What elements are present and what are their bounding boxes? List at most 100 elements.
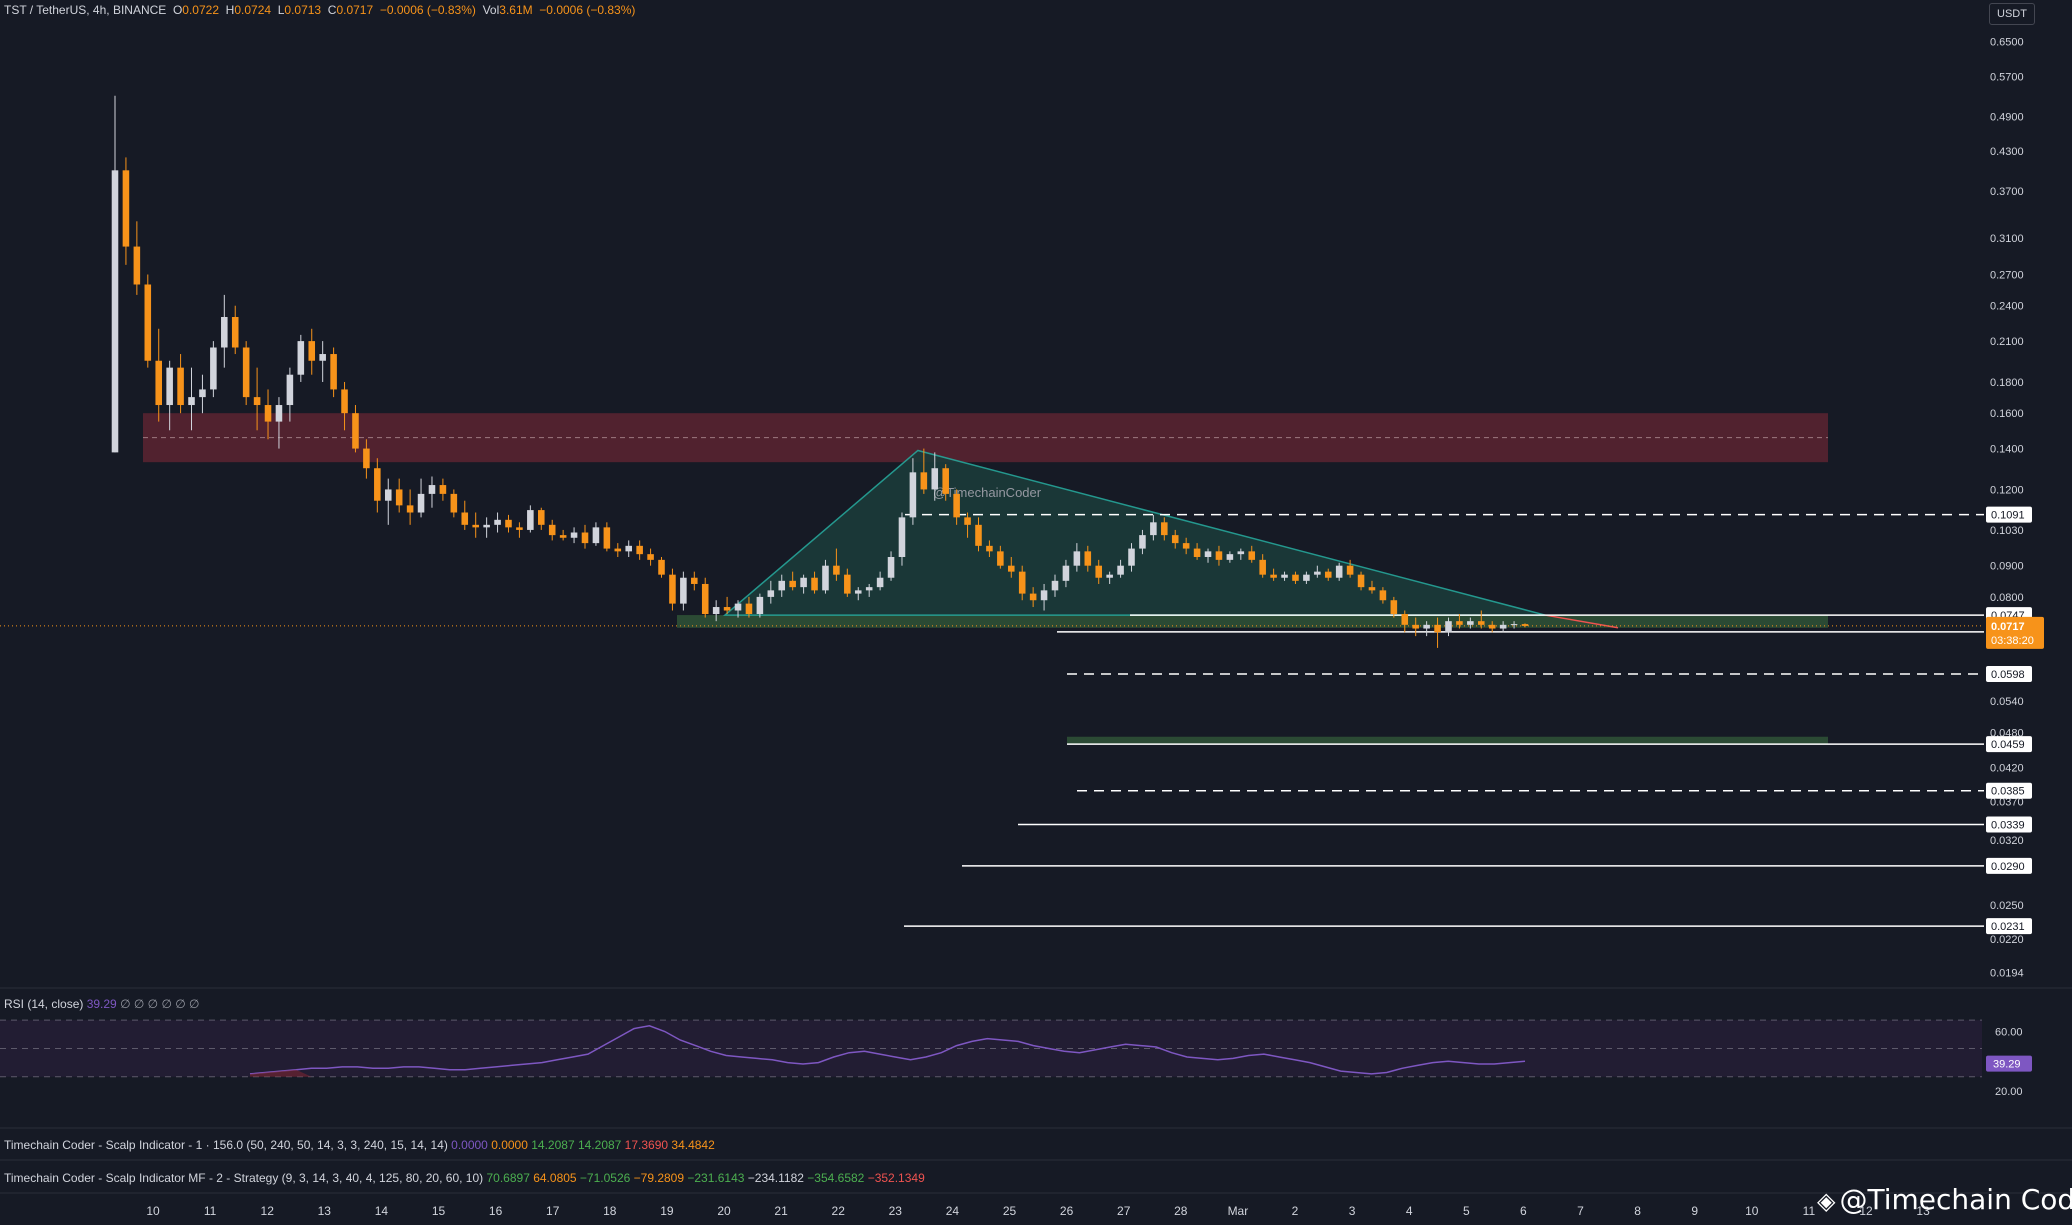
indicator-2-value-7: −352.1349 [864, 1171, 925, 1185]
candle-body [942, 468, 949, 494]
x-tick-label-16: 26 [1060, 1204, 1074, 1218]
x-tick-label-11: 21 [774, 1204, 788, 1218]
candle-45 [603, 522, 611, 552]
candle-body [527, 510, 534, 530]
candle-body [111, 170, 119, 453]
indicator-2-value-2: −71.0526 [576, 1171, 631, 1185]
candle-body [1171, 535, 1179, 544]
candle-body [1215, 551, 1223, 560]
candle-body [581, 532, 589, 544]
indicator-2-value-3: −79.2809 [630, 1171, 685, 1185]
y-tick-label-23: 0.0194 [1990, 967, 2024, 979]
candle-body [745, 603, 753, 615]
candle-43 [581, 524, 589, 549]
candle-0 [111, 95, 119, 453]
candle-18 [308, 328, 316, 375]
candle-body [625, 545, 632, 552]
candle-body [964, 517, 971, 525]
candle-30 [439, 478, 447, 501]
candle-body [177, 367, 184, 406]
currency-selector[interactable]: USDT [1989, 3, 2035, 25]
candle-body [975, 524, 982, 546]
candle-body [1073, 551, 1081, 566]
brand-logo-icon: ◈ [1817, 1187, 1836, 1215]
candle-32 [461, 500, 469, 530]
candle-body [1237, 551, 1245, 555]
x-tick-label-4: 14 [375, 1204, 389, 1218]
rsi-value-badge-label: 39.29 [1993, 1059, 2021, 1071]
x-tick-label-3: 13 [318, 1204, 332, 1218]
y-tick-label-6: 0.2700 [1990, 269, 2024, 281]
candle-body [439, 485, 447, 494]
level-label-6: 0.0339 [1991, 819, 2025, 831]
x-tick-label-8: 18 [603, 1204, 617, 1218]
candle-49 [647, 548, 654, 566]
candle-body [931, 468, 939, 490]
candle-6 [177, 354, 184, 414]
candle-body [221, 316, 228, 348]
x-tick-label-25: 7 [1577, 1204, 1584, 1218]
x-tick-label-12: 22 [832, 1204, 846, 1218]
open-label: O [172, 3, 183, 17]
candle-body [1434, 624, 1441, 633]
candle-50 [658, 556, 665, 578]
candle-body [352, 413, 359, 449]
candle-body [494, 519, 501, 525]
indicator-1-value-0: 0.0000 [451, 1138, 488, 1152]
indicator-1-label: Timechain Coder - Scalp Indicator - 1 · … [4, 1138, 448, 1152]
candle-37 [516, 522, 523, 538]
candle-body [1084, 551, 1092, 566]
candle-body [1193, 548, 1201, 557]
candle-body [253, 397, 261, 406]
candle-body [210, 347, 217, 390]
x-tick-label-1: 11 [204, 1204, 217, 1218]
y-tick-label-15: 0.0800 [1990, 592, 2024, 604]
chart-canvas[interactable]: @TimechainCoder 0.6500 0.5700 0.4900 0.4300 0… [0, 0, 2072, 1225]
candle-body [308, 341, 316, 361]
candle-38 [527, 505, 534, 533]
candle-body [844, 574, 851, 594]
candle-body [516, 527, 523, 530]
indicator-1-value-5: 34.4842 [668, 1138, 715, 1152]
candle-29 [428, 476, 436, 508]
candle-10 [221, 294, 228, 368]
y-tick-label-22: 0.0220 [1990, 934, 2024, 946]
candle-body [778, 580, 786, 591]
candle-body [505, 519, 512, 528]
candle-body [1259, 559, 1266, 575]
candle-body [1281, 574, 1288, 578]
indicator-2-value-1: 64.0805 [529, 1171, 577, 1185]
x-tick-label-23: 5 [1463, 1204, 1470, 1218]
candle-body [297, 341, 305, 375]
rsi-title: RSI (14, close) [4, 997, 84, 1011]
indicator-1-legend: Timechain Coder - Scalp Indicator - 1 · … [4, 1138, 715, 1152]
indicator-1-value-3: 14.2087 [574, 1138, 622, 1152]
high-value: 0.0724 [234, 3, 272, 17]
candle-body [1106, 574, 1113, 578]
low-value: 0.0713 [284, 3, 322, 17]
rsi-value: 39.29 [86, 997, 117, 1011]
candle-39 [538, 507, 545, 530]
x-tick-label-19: Mar [1228, 1204, 1249, 1218]
candle-body [1467, 621, 1474, 625]
candle-body [833, 565, 840, 575]
candle-body [242, 347, 250, 398]
x-tick-label-21: 3 [1349, 1204, 1356, 1218]
candle-body [909, 472, 917, 518]
candle-body [1324, 571, 1332, 578]
candle-26 [395, 478, 403, 513]
rsi-axis-label-0: 60.00 [1995, 1026, 2023, 1038]
candle-20 [330, 347, 337, 398]
candle-body [1226, 554, 1234, 560]
candle-body [188, 397, 195, 406]
candle-body [756, 596, 764, 615]
candle-body [406, 505, 414, 513]
candle-body [1139, 535, 1146, 549]
candle-body [286, 374, 294, 406]
candle-34 [483, 517, 490, 538]
candle-body [1018, 571, 1026, 594]
candle-1 [122, 157, 130, 265]
candle-body [155, 360, 162, 406]
level-label-3: 0.0598 [1991, 669, 2025, 681]
candle-52 [680, 571, 687, 611]
